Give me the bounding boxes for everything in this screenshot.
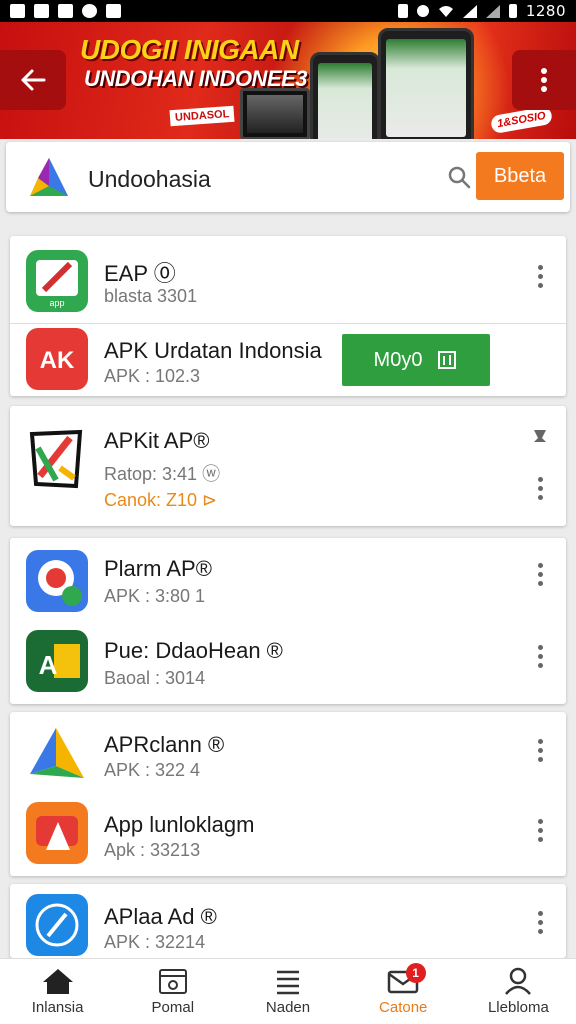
list-icon xyxy=(277,970,299,995)
back-arrow-icon xyxy=(21,69,46,91)
list-item[interactable]: Plarm AP® APK : 3:80 1 xyxy=(10,538,566,618)
app-icon: app xyxy=(26,250,88,312)
app-icon xyxy=(26,894,88,956)
folder-icon xyxy=(158,969,187,994)
banner-title: UDOGII INIGAAN xyxy=(80,34,299,65)
list-item[interactable]: APRclann ® APK : 322 4 xyxy=(10,712,566,792)
app-version: APK : 102.3 xyxy=(104,366,201,386)
app-card: Plarm AP® APK : 3:80 1 A Pue: DdaoHean ®… xyxy=(10,538,566,704)
nav-label: Inlansia xyxy=(31,999,84,1016)
app-name: APlaa Ad ® xyxy=(104,904,217,929)
nav-item-naden[interactable]: Naden xyxy=(230,959,345,1024)
person-icon xyxy=(505,967,532,995)
status-icons-left xyxy=(10,4,121,18)
app-version: Apk : 33213 xyxy=(104,840,201,860)
app-icon xyxy=(26,802,88,864)
beta-button[interactable]: Bbeta xyxy=(476,152,564,200)
wifi-icon xyxy=(438,5,453,17)
more-options-icon[interactable] xyxy=(528,734,552,766)
list-item[interactable]: app EAP ⓪ blasta 3301 xyxy=(10,236,566,324)
nav-item-pomal[interactable]: Pomal xyxy=(115,959,230,1024)
battery-saver-icon xyxy=(397,4,408,18)
app-version: APK : 3:80 1 xyxy=(104,586,206,606)
phone-graphic xyxy=(310,52,380,139)
alarm-icon xyxy=(416,5,429,17)
camera-notification-icon xyxy=(34,4,49,18)
list-item[interactable]: APKit AP® Ratop: 3:41 ⓦ Canok: Z10 ⊳ xyxy=(10,406,566,526)
app-name: EAP ⓪ xyxy=(104,261,176,286)
chat-notification-icon xyxy=(106,4,121,18)
list-item[interactable]: APlaa Ad ® APK : 32214 xyxy=(10,884,566,958)
install-button[interactable]: M0y0 xyxy=(342,334,490,386)
list-item[interactable]: AK APK Urdatan Indonsia APK : 102.3 M0y0 xyxy=(10,324,566,396)
more-options-icon[interactable] xyxy=(528,640,552,672)
app-version: blasta 3301 xyxy=(104,286,198,306)
tv-graphic xyxy=(240,88,310,139)
list-item[interactable]: App lunloklagm Apk : 33213 xyxy=(10,792,566,876)
overflow-menu-button[interactable] xyxy=(512,50,576,110)
install-button-label: M0y0 xyxy=(373,348,423,371)
app-icon: A xyxy=(26,630,88,692)
more-options-icon[interactable] xyxy=(528,260,552,292)
home-icon xyxy=(42,969,73,994)
back-button[interactable] xyxy=(0,50,66,110)
app-card: app EAP ⓪ blasta 3301 AK APK Urdatan Ind… xyxy=(10,236,566,396)
nav-label: Catone xyxy=(379,999,428,1016)
more-vertical-icon xyxy=(541,68,547,92)
app-logo-icon xyxy=(26,154,72,200)
list-item[interactable]: A Pue: DdaoHean ® Baoal : 3014 xyxy=(10,618,566,704)
app-name: APRclann ® xyxy=(104,732,225,757)
signal-icon-2 xyxy=(485,4,500,18)
app-card: APRclann ® APK : 322 4 App lunloklagm Ap… xyxy=(10,712,566,876)
more-options-icon[interactable] xyxy=(528,558,552,590)
search-bar: Undoohasia Bbeta xyxy=(6,142,570,212)
app-version: APK : 32214 xyxy=(104,932,206,952)
app-icon xyxy=(26,428,88,490)
app-icon: AK xyxy=(26,328,88,390)
pin-icon[interactable] xyxy=(530,428,550,450)
battery-icon xyxy=(508,4,517,18)
app-icon xyxy=(26,724,88,786)
promo-banner[interactable]: UDOGII INIGAAN UNDOHAN INDONEE3 UNDASOL … xyxy=(0,22,576,139)
nav-label: Llebloma xyxy=(487,999,549,1016)
banner-tag: UNDASOL xyxy=(169,105,235,127)
nav-label: Naden xyxy=(265,999,311,1016)
image-notification-icon xyxy=(58,4,73,18)
app-rating: Ratop: 3:41 ⓦ xyxy=(104,464,221,484)
app-name: Plarm AP® xyxy=(104,556,212,581)
bottom-navigation: Inlansia Pomal Naden 1 Catone Llebloma xyxy=(0,958,576,1024)
nav-item-home[interactable]: Inlansia xyxy=(0,959,115,1024)
app-name: Pue: DdaoHean ® xyxy=(104,638,283,663)
mail-notification-icon xyxy=(10,4,25,18)
signal-icon xyxy=(462,4,477,18)
status-bar: 1280 xyxy=(0,0,576,22)
nav-label: Pomal xyxy=(151,999,195,1016)
search-icon[interactable] xyxy=(446,164,472,190)
svg-text:app: app xyxy=(49,298,64,308)
svg-text:A: A xyxy=(39,650,58,680)
app-name: App lunloklagm xyxy=(104,812,255,837)
app-card: APlaa Ad ® APK : 32214 xyxy=(10,884,566,958)
status-icons-right: 1280 xyxy=(397,2,566,20)
more-options-icon[interactable] xyxy=(528,906,552,938)
phone-graphic-large xyxy=(378,28,474,139)
nav-item-profile[interactable]: Llebloma xyxy=(461,959,576,1024)
app-icon xyxy=(26,550,88,612)
more-options-icon[interactable] xyxy=(528,472,552,504)
app-count: Canok: Z10 ⊳ xyxy=(104,490,218,510)
app-version: Baoal : 3014 xyxy=(104,668,206,688)
search-input[interactable]: Undoohasia xyxy=(88,166,211,193)
download-icon xyxy=(438,351,457,369)
check-notification-icon xyxy=(82,4,97,18)
status-time: 1280 xyxy=(525,2,566,20)
app-name: APK Urdatan Indonsia xyxy=(104,338,322,363)
app-version: APK : 322 4 xyxy=(104,760,201,780)
svg-text:AK: AK xyxy=(40,347,75,374)
app-card: APKit AP® Ratop: 3:41 ⓦ Canok: Z10 ⊳ xyxy=(10,406,566,526)
nav-item-catone[interactable]: 1 Catone xyxy=(346,959,461,1024)
app-name: APKit AP® xyxy=(104,428,210,453)
more-options-icon[interactable] xyxy=(528,814,552,846)
notification-badge: 1 xyxy=(405,963,426,983)
